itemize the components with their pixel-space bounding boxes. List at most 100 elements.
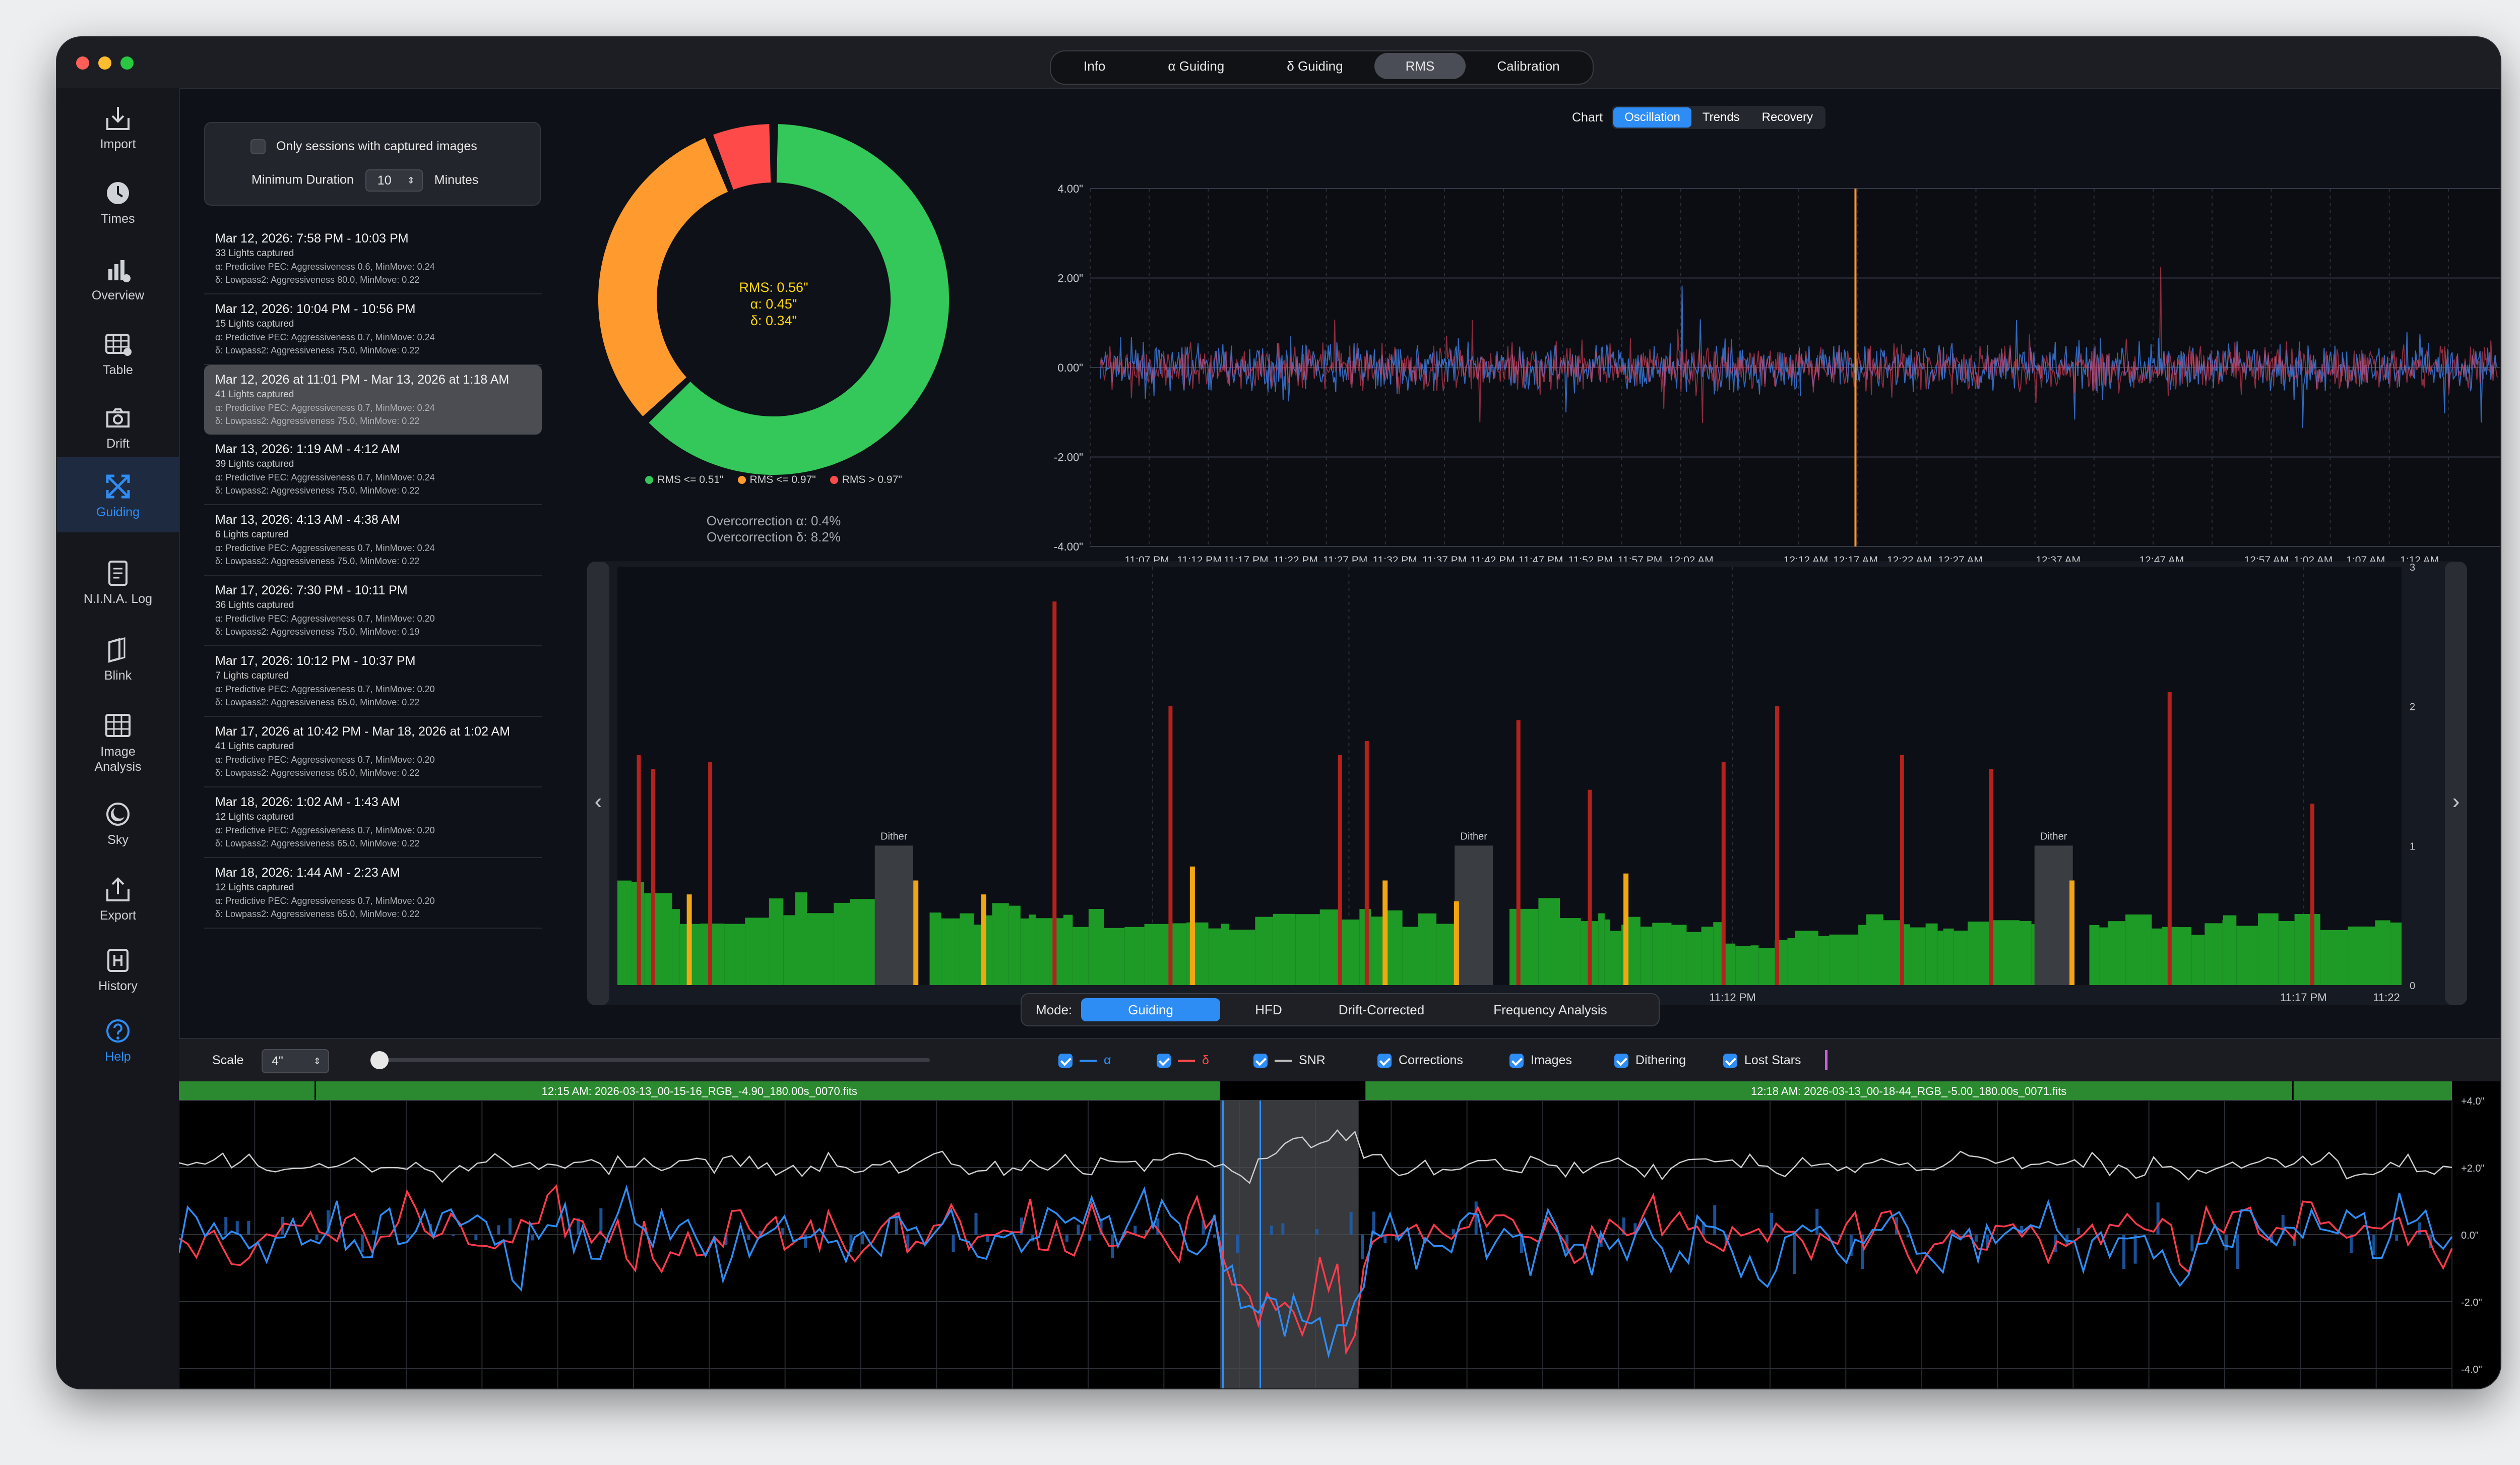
correction-bar bbox=[2395, 1235, 2399, 1241]
tab-calibration[interactable]: Calibration bbox=[1466, 53, 1591, 79]
rms-bar bbox=[1750, 945, 1759, 985]
session-list-item[interactable]: Mar 12, 2026 at 11:01 PM - Mar 13, 2026 … bbox=[204, 365, 542, 435]
toggle-label: α bbox=[1104, 1053, 1111, 1067]
sidebar-item-n-i-n-a-log[interactable]: N.I.N.A. Log bbox=[57, 558, 179, 606]
sidebar-item-table[interactable]: Table bbox=[57, 329, 179, 377]
toggle-alpha-checkbox[interactable] bbox=[1058, 1054, 1073, 1068]
session-list-item[interactable]: Mar 17, 2026: 7:30 PM - 10:11 PM 36 Light… bbox=[204, 576, 542, 646]
session-captured: 41 Lights captured bbox=[215, 389, 294, 400]
session-list-item[interactable]: Mar 13, 2026: 4:13 AM - 4:38 AM 6 Lights … bbox=[204, 505, 542, 576]
mode-frequency-analysis[interactable]: Frequency Analysis bbox=[1449, 998, 1652, 1021]
sidebar-item-help[interactable]: Help bbox=[57, 1015, 179, 1064]
mode-drift-corrected[interactable]: Drift-Corrected bbox=[1317, 998, 1446, 1021]
toggle-delta[interactable]: δ bbox=[1157, 1053, 1209, 1068]
chart-tab-trends[interactable]: Trends bbox=[1691, 107, 1751, 128]
rms-bar bbox=[2152, 928, 2162, 985]
toggle-snr[interactable]: SNR bbox=[1253, 1053, 1326, 1068]
sidebar-item-blink[interactable]: Blink bbox=[57, 634, 179, 683]
time-slider[interactable] bbox=[370, 1051, 930, 1069]
chart-tab-label: Chart bbox=[1572, 110, 1603, 125]
toggle-images-checkbox[interactable] bbox=[1509, 1054, 1524, 1068]
tab-rms[interactable]: RMS bbox=[1374, 53, 1466, 79]
toggle-dithering[interactable]: Dithering bbox=[1614, 1053, 1686, 1068]
toggle-lost-stars-checkbox[interactable] bbox=[1723, 1054, 1737, 1068]
mode-guiding[interactable]: Guiding bbox=[1081, 998, 1220, 1021]
correction-bar bbox=[497, 1225, 500, 1235]
bar-chart-next-button[interactable] bbox=[2445, 562, 2467, 1005]
sidebar-item-guiding[interactable]: Guiding bbox=[57, 457, 179, 532]
min-duration-stepper[interactable]: 10 ⇕ bbox=[365, 169, 423, 192]
rms-bar bbox=[1787, 938, 1795, 985]
toggle-corrections-checkbox[interactable] bbox=[1377, 1054, 1392, 1068]
sidebar-item-overview[interactable]: Overview bbox=[57, 254, 179, 302]
scale-label: Scale bbox=[212, 1053, 244, 1067]
correction-bar bbox=[2076, 1228, 2080, 1235]
sidebar-item-label: Import bbox=[100, 137, 136, 151]
rms-bar bbox=[941, 918, 960, 985]
session-list-item[interactable]: Mar 18, 2026: 1:44 AM - 2:23 AM 12 Lights… bbox=[204, 858, 542, 929]
mode-hfd[interactable]: HFD bbox=[1223, 998, 1314, 1021]
sidebar-item-sky[interactable]: Sky bbox=[57, 799, 179, 847]
chevron-right-icon: › bbox=[2452, 789, 2460, 814]
rms-bar bbox=[2294, 914, 2320, 985]
overcorrection-alpha: Overcorrection α: 0.4% bbox=[706, 513, 841, 528]
rms-bar bbox=[2257, 913, 2279, 985]
rms-spike-bar bbox=[1454, 901, 1459, 985]
sidebar-item-times[interactable]: Times bbox=[57, 177, 179, 226]
session-list-item[interactable]: Mar 18, 2026: 1:02 AM - 1:43 AM 12 Lights… bbox=[204, 787, 542, 858]
close-window-button[interactable] bbox=[76, 56, 89, 70]
session-list-item[interactable]: Mar 17, 2026 at 10:42 PM - Mar 18, 2026 … bbox=[204, 717, 542, 787]
toggle-delta-checkbox[interactable] bbox=[1157, 1054, 1171, 1068]
rms-bar bbox=[834, 902, 850, 985]
correction-bar bbox=[952, 1235, 955, 1252]
session-delta-settings: δ: Lowpass2: Aggressiveness 75.0, MinMov… bbox=[215, 416, 420, 426]
tab-info[interactable]: Info bbox=[1052, 53, 1137, 79]
session-list-item[interactable]: Mar 17, 2026: 10:12 PM - 10:37 PM 7 Light… bbox=[204, 646, 542, 717]
sidebar-item-drift[interactable]: Drift bbox=[57, 402, 179, 451]
session-list-item[interactable]: Mar 12, 2026: 7:58 PM - 10:03 PM 33 Light… bbox=[204, 224, 542, 294]
sidebar-item-image-analysis[interactable]: Image Analysis bbox=[57, 710, 179, 774]
chart-tab-recovery[interactable]: Recovery bbox=[1751, 107, 1824, 128]
rms-bar bbox=[1627, 917, 1641, 985]
toggle-dithering-checkbox[interactable] bbox=[1614, 1054, 1628, 1068]
toggle-lost-stars[interactable]: Lost Stars bbox=[1723, 1053, 1801, 1068]
sidebar-item-label: N.I.N.A. Log bbox=[83, 592, 153, 606]
only-captured-checkbox[interactable] bbox=[250, 139, 266, 155]
rms-bar bbox=[1295, 914, 1320, 985]
chart-tab-oscillation[interactable]: Oscillation bbox=[1613, 107, 1691, 128]
sidebar-item-import[interactable]: Import bbox=[57, 103, 179, 151]
dither-label: Dither bbox=[1461, 831, 1488, 842]
correction-bar bbox=[1088, 1235, 1091, 1241]
guide-y-tick: +4.0" bbox=[2461, 1096, 2485, 1107]
sidebar-item-export[interactable]: Export bbox=[57, 874, 179, 923]
document-icon bbox=[102, 558, 134, 589]
correction-bar bbox=[1213, 1235, 1217, 1238]
time-slider-thumb[interactable] bbox=[370, 1051, 389, 1069]
min-duration-label: Minimum Duration bbox=[251, 172, 354, 187]
bar-chart-prev-button[interactable] bbox=[587, 562, 609, 1005]
correction-bar bbox=[1054, 1235, 1057, 1236]
rms-bar bbox=[1735, 946, 1751, 985]
session-list-item[interactable]: Mar 12, 2026: 10:04 PM - 10:56 PM 15 Ligh… bbox=[204, 294, 542, 365]
scale-select[interactable]: 4" ⇕ bbox=[262, 1049, 329, 1073]
sidebar-item-history[interactable]: History bbox=[57, 945, 179, 993]
tab-guiding[interactable]: α Guiding bbox=[1137, 53, 1255, 79]
toggle-images[interactable]: Images bbox=[1509, 1053, 1572, 1068]
rms-bar bbox=[1598, 913, 1605, 985]
rms-spike-bar bbox=[2167, 692, 2172, 985]
toggle-snr-checkbox[interactable] bbox=[1253, 1054, 1268, 1068]
zoom-window-button[interactable] bbox=[120, 56, 134, 70]
image-exposure-label: 12:18 AM: 2026-03-13_00-18-44_RGB_-5.00_… bbox=[1751, 1085, 2066, 1097]
session-delta-settings: δ: Lowpass2: Aggressiveness 65.0, MinMov… bbox=[215, 697, 420, 707]
rms-spike-bar bbox=[1168, 706, 1173, 985]
toggle-alpha[interactable]: α bbox=[1058, 1053, 1111, 1068]
rms-bar bbox=[2020, 921, 2032, 985]
donut-slice bbox=[598, 138, 728, 416]
session-list-item[interactable]: Mar 13, 2026: 1:19 AM - 4:12 AM 39 Lights… bbox=[204, 435, 542, 505]
rms-bar bbox=[617, 880, 632, 985]
tab-guiding[interactable]: δ Guiding bbox=[1255, 53, 1374, 79]
minimize-window-button[interactable] bbox=[98, 56, 111, 70]
session-captured: 12 Lights captured bbox=[215, 812, 294, 822]
toggle-corrections[interactable]: Corrections bbox=[1377, 1053, 1463, 1068]
rms-bar bbox=[974, 925, 982, 985]
